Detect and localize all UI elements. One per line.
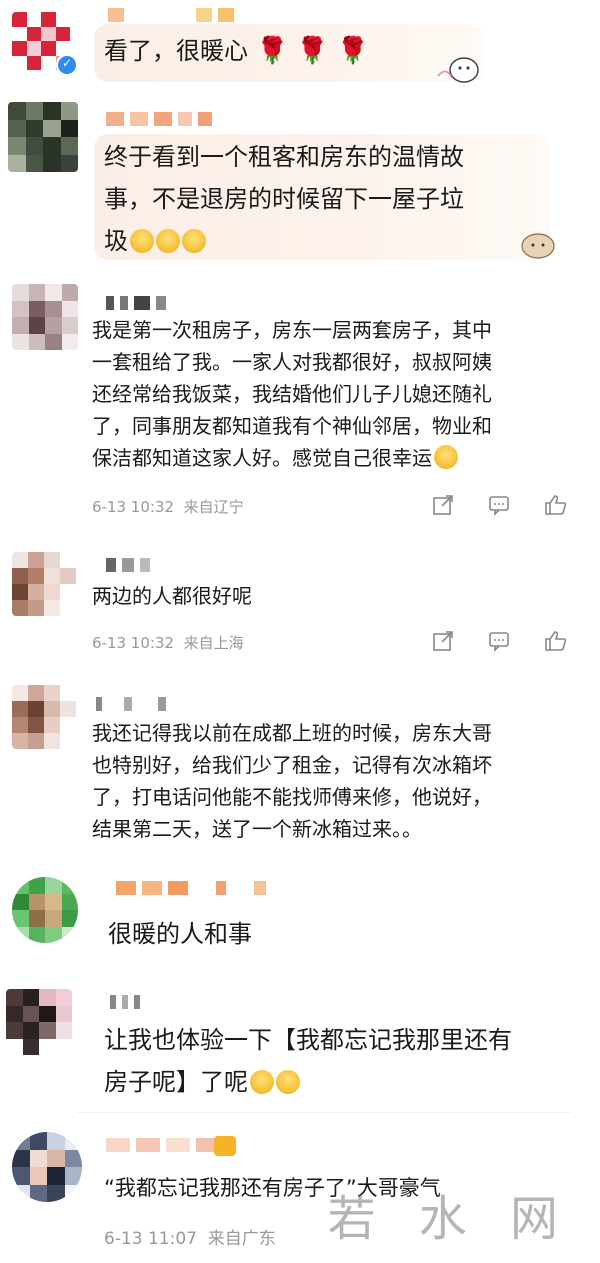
comment-text: 让我也体验一下【我都忘记我那里还有 房子呢】了呢 bbox=[104, 1026, 512, 1096]
verified-badge-icon bbox=[56, 54, 78, 76]
crying-emoji-icon bbox=[182, 229, 206, 253]
share-icon[interactable] bbox=[432, 494, 454, 516]
avatar[interactable] bbox=[6, 989, 72, 1055]
comment-time: 6-13 11:07 bbox=[104, 1229, 197, 1249]
laughing-emoji-icon bbox=[434, 445, 458, 469]
nickname[interactable] bbox=[106, 558, 150, 574]
avatar[interactable] bbox=[12, 552, 76, 616]
nickname[interactable] bbox=[110, 995, 140, 1011]
comment-time: 6-13 10:32 bbox=[92, 634, 175, 652]
nickname[interactable] bbox=[106, 1138, 220, 1154]
avatar[interactable] bbox=[8, 102, 78, 172]
comment-time: 6-13 10:32 bbox=[92, 498, 175, 516]
rose-icon: 🌹 bbox=[296, 36, 329, 66]
avatar[interactable] bbox=[12, 1132, 82, 1202]
nickname[interactable] bbox=[108, 8, 234, 24]
crying-emoji-icon bbox=[250, 1070, 274, 1094]
comment-text: 看了，很暖心 🌹 🌹 🌹 bbox=[104, 30, 369, 72]
comment-text: 我是第一次租房子，房东一层两套房子，其中 一套租给了我。一家人对我都很好，叔叔阿… bbox=[92, 318, 492, 470]
comment-7: 让我也体验一下【我都忘记我那里还有 房子呢】了呢 bbox=[0, 975, 600, 1120]
comment-location: 来自辽宁 bbox=[183, 498, 244, 516]
comment-meta: 6-13 11:07 来自广东 bbox=[104, 1224, 276, 1249]
comment-location: 来自上海 bbox=[183, 634, 244, 652]
comment-text: 终于看到一个租客和房东的温情故 事，不是退房的时候留下一屋子垃 圾 bbox=[104, 143, 464, 255]
comment-6: 很暖的人和事 bbox=[0, 865, 600, 975]
rose-icon: 🌹 bbox=[256, 36, 289, 66]
dog-sticker-icon bbox=[514, 224, 560, 264]
comment-icon[interactable] bbox=[488, 494, 510, 516]
avatar[interactable] bbox=[12, 284, 78, 350]
comment-actions bbox=[432, 630, 567, 652]
comment-icon[interactable] bbox=[488, 630, 510, 652]
comment-text: 两边的人都很好呢 bbox=[92, 584, 252, 608]
crying-emoji-icon bbox=[156, 229, 180, 253]
comment-location: 来自广东 bbox=[207, 1229, 276, 1249]
crying-emoji-icon bbox=[276, 1070, 300, 1094]
puppy-sticker-icon bbox=[436, 46, 482, 86]
comment-meta: 6-13 10:32 来自上海 bbox=[92, 632, 244, 653]
comment-text: 我还记得我以前在成都上班的时候，房东大哥 也特别好，给我们少了租金，记得有次冰箱… bbox=[92, 721, 492, 841]
watermark: 若 水 网 bbox=[327, 1191, 572, 1247]
avatar[interactable] bbox=[12, 877, 78, 943]
comment-text: 很暖的人和事 bbox=[108, 920, 252, 948]
like-icon[interactable] bbox=[544, 494, 567, 516]
nickname[interactable] bbox=[96, 697, 166, 713]
comment-1: 看了，很暖心🌹🌹🌹 bbox=[0, 0, 600, 90]
rose-icon: 🌹 bbox=[336, 36, 370, 66]
comment-2: 终于看到一个租客和房东的温情故 事，不是退房的时候留下一屋子垃 圾 bbox=[0, 90, 600, 270]
comment-actions bbox=[432, 494, 567, 516]
avatar[interactable] bbox=[12, 685, 76, 749]
like-icon[interactable] bbox=[544, 630, 567, 652]
comment-4: 两边的人都很好呢 6-13 10:32 来自上海 bbox=[0, 540, 600, 675]
divider bbox=[78, 1112, 570, 1113]
comment-meta: 6-13 10:32 来自辽宁 bbox=[92, 496, 244, 517]
share-icon[interactable] bbox=[432, 630, 454, 652]
nickname[interactable] bbox=[116, 881, 266, 897]
crying-emoji-icon bbox=[130, 229, 154, 253]
nickname[interactable] bbox=[106, 296, 166, 312]
comment-5: 我还记得我以前在成都上班的时候，房东大哥 也特别好，给我们少了租金，记得有次冰箱… bbox=[0, 675, 600, 865]
crown-badge-icon bbox=[214, 1136, 236, 1156]
nickname[interactable] bbox=[106, 112, 212, 128]
comment-3: 我是第一次租房子，房东一层两套房子，其中 一套租给了我。一家人对我都很好，叔叔阿… bbox=[0, 270, 600, 540]
